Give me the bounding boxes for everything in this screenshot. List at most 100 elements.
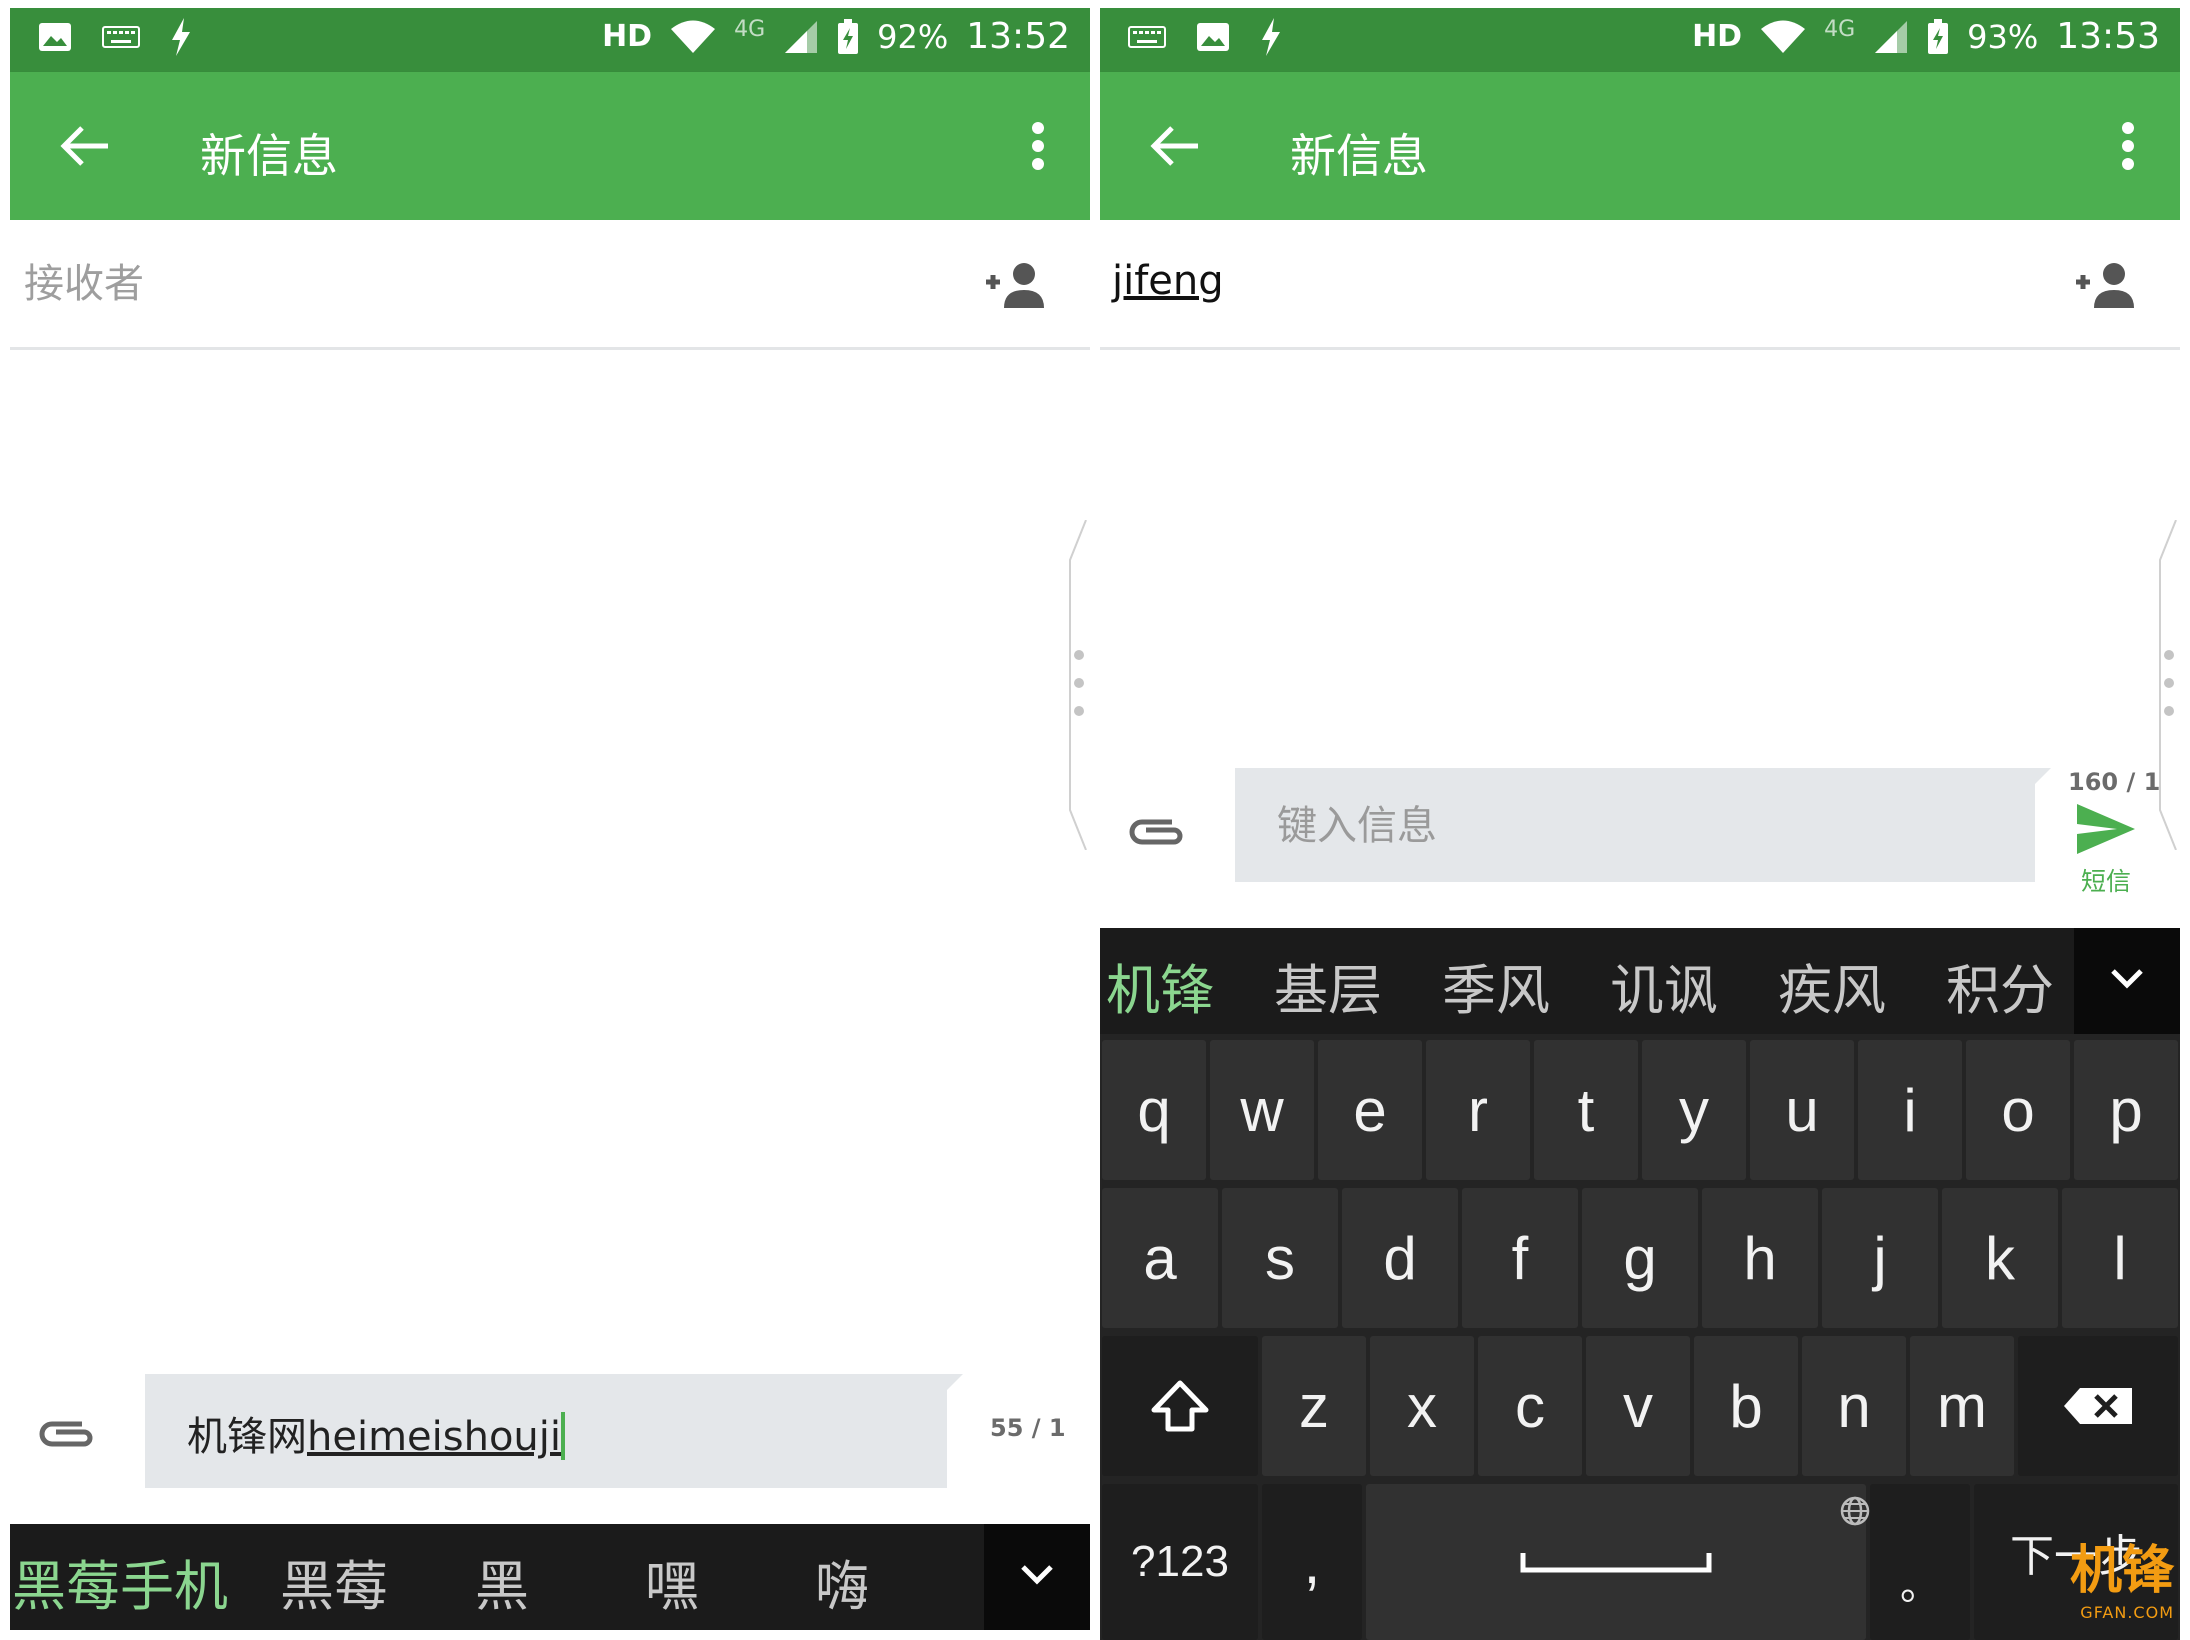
key-w[interactable]: w: [1210, 1040, 1314, 1180]
key-i[interactable]: i: [1858, 1040, 1962, 1180]
back-arrow-icon[interactable]: [58, 124, 110, 168]
period-key[interactable]: 。: [1840, 1484, 1970, 1640]
recipient-chip[interactable]: jifeng: [1112, 258, 1224, 304]
candidate-item[interactable]: 季风: [1442, 946, 1550, 1025]
battery-percent: 93%: [1967, 17, 2039, 56]
candidate-item[interactable]: 疾风: [1778, 946, 1886, 1025]
candidate-bar: 机锋 基层 季风 讥讽 疾风 积分: [1100, 928, 2180, 1034]
character-counter: 55 / 1: [990, 1414, 1066, 1442]
paperclip-icon[interactable]: [1128, 814, 1188, 850]
candidate-item[interactable]: 嗨: [815, 1542, 869, 1621]
send-label: 短信: [2080, 867, 2131, 896]
clock: 13:53: [2056, 16, 2160, 57]
key-m[interactable]: m: [1910, 1336, 2014, 1476]
key-q[interactable]: q: [1102, 1040, 1206, 1180]
key-r[interactable]: r: [1426, 1040, 1530, 1180]
backspace-icon: [2064, 1388, 2132, 1424]
network-type: 4G: [734, 17, 766, 42]
compose-row: 机锋网heimeishouji 55 / 1: [10, 1374, 1090, 1494]
add-contact-icon[interactable]: [984, 262, 1046, 310]
key-j[interactable]: j: [1822, 1188, 1938, 1328]
overflow-menu-icon[interactable]: [2122, 122, 2134, 170]
key-y[interactable]: y: [1642, 1040, 1746, 1180]
key-s[interactable]: s: [1222, 1188, 1338, 1328]
candidate-item[interactable]: 讥讽: [1610, 946, 1718, 1025]
space-key[interactable]: [1366, 1484, 1866, 1640]
comma-key[interactable]: ,: [1262, 1484, 1362, 1640]
candidate-item[interactable]: 黑莓手机: [12, 1542, 228, 1621]
watermark-logo: 机锋: [2069, 1541, 2174, 1601]
send-button[interactable]: 短信: [2066, 802, 2146, 898]
overflow-menu-icon[interactable]: [1032, 122, 1044, 170]
candidate-item[interactable]: 基层: [1274, 946, 1382, 1025]
shift-icon: [1151, 1380, 1209, 1432]
battery-icon: [1928, 18, 1949, 54]
page-title: 新信息: [200, 129, 338, 183]
key-u[interactable]: u: [1750, 1040, 1854, 1180]
candidate-item[interactable]: 黑莓: [280, 1542, 388, 1621]
character-counter: 160 / 1: [2068, 768, 2161, 796]
shift-key[interactable]: [1102, 1336, 1258, 1476]
status-bar: HD 4G 93% 13:53: [1100, 8, 2180, 72]
signal-icon: [1875, 20, 1908, 53]
symbols-label: ?123: [1131, 1537, 1229, 1586]
side-handle[interactable]: [1066, 520, 1090, 850]
key-a[interactable]: a: [1102, 1188, 1218, 1328]
key-k[interactable]: k: [1942, 1188, 2058, 1328]
message-input[interactable]: 机锋网heimeishouji: [145, 1374, 963, 1488]
watermark-subtitle: GFAN.COM: [2080, 1603, 2174, 1622]
key-x[interactable]: x: [1370, 1336, 1474, 1476]
key-b[interactable]: b: [1694, 1336, 1798, 1476]
signal-icon: [785, 20, 818, 53]
image-icon: [39, 23, 71, 51]
recipient-row: jifeng: [1100, 220, 2180, 350]
text-caret: [561, 1412, 566, 1460]
key-g[interactable]: g: [1582, 1188, 1698, 1328]
key-c[interactable]: c: [1478, 1336, 1582, 1476]
key-t[interactable]: t: [1534, 1040, 1638, 1180]
recipient-input[interactable]: [24, 254, 924, 314]
phone-screen-right: HD 4G 93% 13:53 新信息 jifeng 160 / 1 短信: [1100, 8, 2180, 1640]
candidate-item[interactable]: 嘿: [645, 1542, 699, 1621]
space-bar-icon: [1520, 1553, 1712, 1573]
candidate-item[interactable]: 黑: [475, 1542, 529, 1621]
add-contact-icon[interactable]: [2074, 262, 2136, 310]
message-input-box[interactable]: [1235, 768, 2051, 882]
key-e[interactable]: e: [1318, 1040, 1422, 1180]
back-arrow-icon[interactable]: [1148, 124, 1200, 168]
key-n[interactable]: n: [1802, 1336, 1906, 1476]
candidate-item[interactable]: 机锋: [1106, 946, 1214, 1025]
watermark: 机锋 GFAN.COM: [2070, 1528, 2174, 1622]
status-bar: HD 4G 92% 13:52: [10, 8, 1090, 72]
key-d[interactable]: d: [1342, 1188, 1458, 1328]
key-f[interactable]: f: [1462, 1188, 1578, 1328]
candidate-item[interactable]: 积分: [1946, 946, 2054, 1025]
key-z[interactable]: z: [1262, 1336, 1366, 1476]
hd-indicator: HD: [1692, 19, 1743, 54]
candidate-bar: 黑莓手机 黑莓 黑 嘿 嗨: [10, 1524, 1090, 1630]
key-v[interactable]: v: [1586, 1336, 1690, 1476]
expand-candidates-button[interactable]: [2074, 928, 2180, 1034]
chevron-down-icon: [2111, 969, 2143, 989]
symbols-key[interactable]: ?123: [1102, 1484, 1258, 1640]
keyboard: q w e r t y u i o p a s d f g h j k l z …: [1100, 1034, 2180, 1640]
key-p[interactable]: p: [2074, 1040, 2178, 1180]
paperclip-icon[interactable]: [38, 1416, 98, 1452]
expand-candidates-button[interactable]: [984, 1524, 1090, 1630]
battery-percent: 92%: [877, 17, 949, 56]
wifi-icon: [671, 20, 716, 53]
message-input[interactable]: [1277, 798, 1977, 854]
key-o[interactable]: o: [1966, 1040, 2070, 1180]
key-h[interactable]: h: [1702, 1188, 1818, 1328]
page-title: 新信息: [1290, 129, 1428, 183]
image-icon: [1197, 23, 1229, 51]
composing-pinyin: heimeishouji: [307, 1414, 562, 1460]
send-icon: [2077, 804, 2135, 854]
backspace-key[interactable]: [2018, 1336, 2178, 1476]
period-label: 。: [1900, 1564, 1940, 1608]
recipient-row: [10, 220, 1090, 350]
key-l[interactable]: l: [2062, 1188, 2178, 1328]
flash-icon: [172, 18, 190, 56]
hd-indicator: HD: [602, 19, 653, 54]
globe-icon: [1840, 1496, 1870, 1526]
